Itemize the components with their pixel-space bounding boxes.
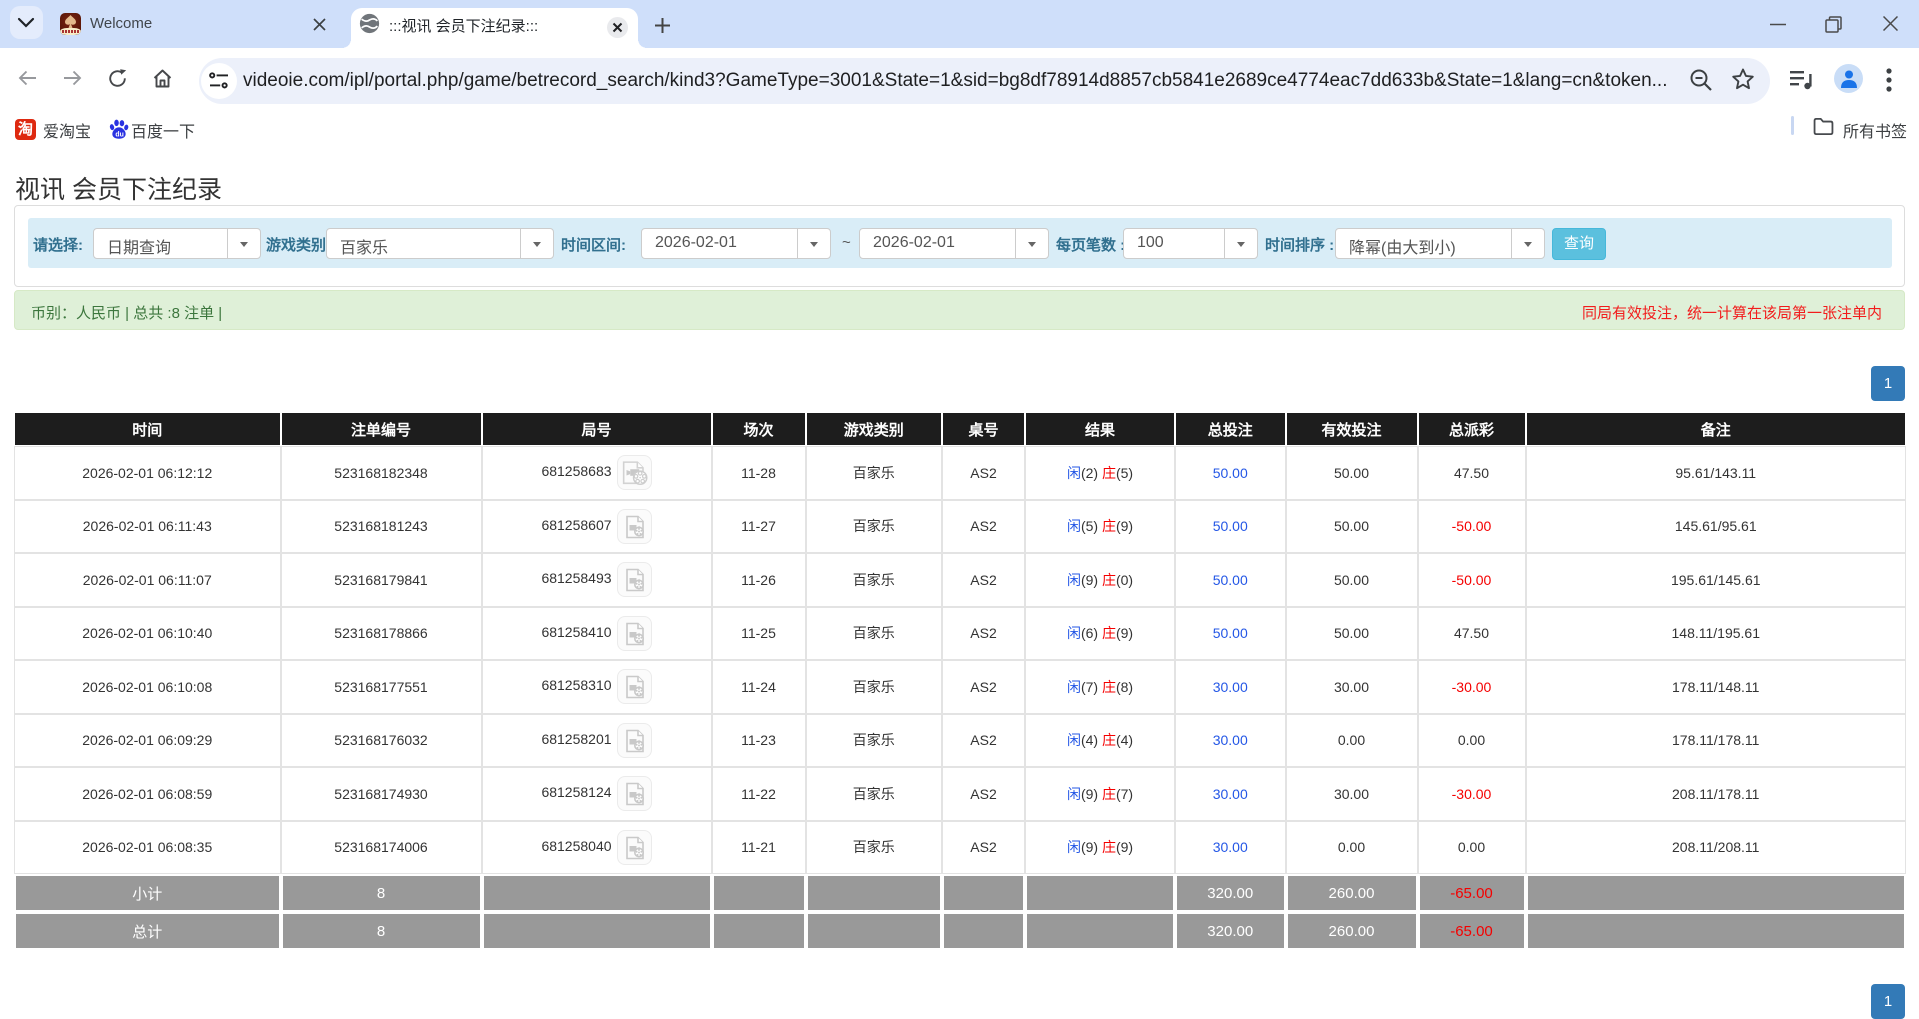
svg-text:du: du bbox=[115, 131, 123, 138]
